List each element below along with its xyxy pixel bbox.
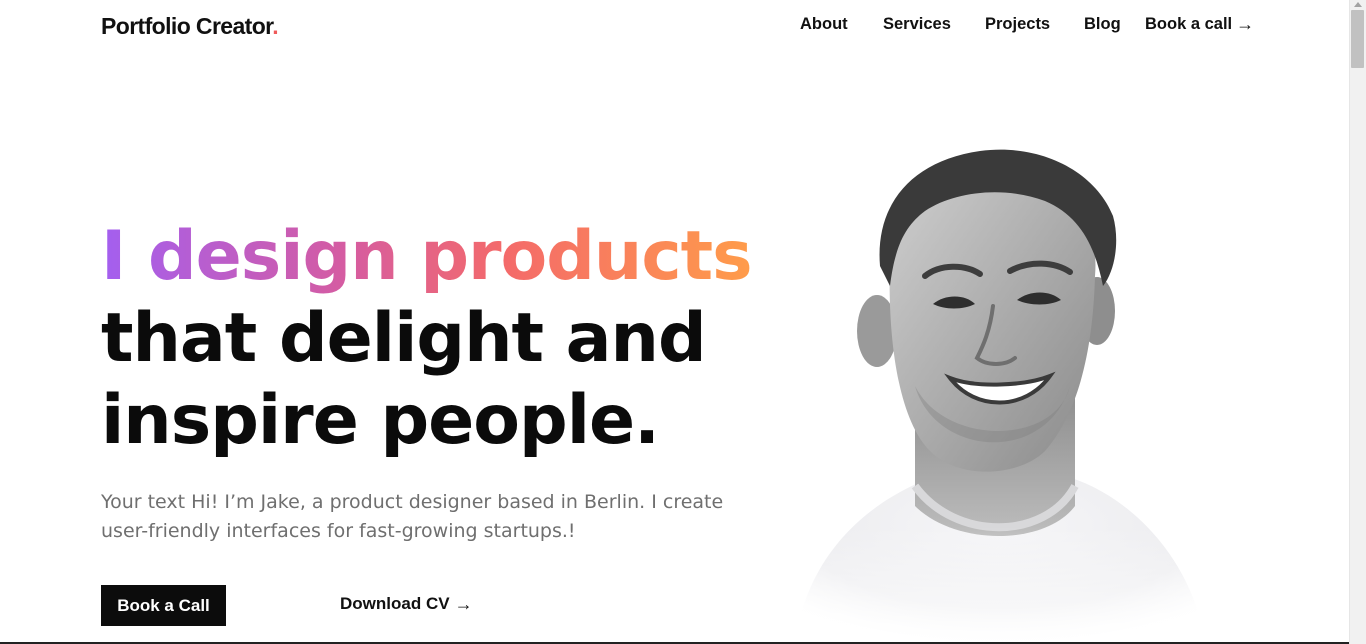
nav-book-call-label: Book a call bbox=[1145, 14, 1233, 33]
nav-book-call-link[interactable]: Book a call → bbox=[1145, 15, 1254, 34]
logo-text: Portfolio Creator bbox=[101, 13, 273, 39]
nav-blog-link[interactable]: Blog bbox=[1084, 15, 1121, 34]
headline-gradient-line: I design products bbox=[101, 217, 753, 296]
scrollbar-thumb[interactable] bbox=[1351, 10, 1364, 68]
download-cv-label: Download CV bbox=[340, 594, 450, 613]
scroll-up-icon[interactable] bbox=[1354, 2, 1362, 7]
arrow-right-icon: → bbox=[1236, 14, 1255, 34]
arrow-right-icon: → bbox=[454, 594, 473, 614]
headline-line-2: that delight and bbox=[101, 299, 707, 378]
headline-line-3: inspire people. bbox=[101, 381, 660, 460]
logo-dot: . bbox=[272, 13, 279, 39]
nav-about-link[interactable]: About bbox=[800, 15, 848, 34]
portrait-image bbox=[795, 149, 1205, 644]
hero-headline: I design products that delight and inspi… bbox=[101, 216, 753, 462]
book-a-call-button[interactable]: Book a Call bbox=[101, 585, 226, 626]
vertical-scrollbar[interactable] bbox=[1349, 0, 1366, 644]
download-cv-link[interactable]: Download CV → bbox=[340, 594, 473, 614]
nav-services-link[interactable]: Services bbox=[883, 15, 951, 34]
logo[interactable]: Portfolio Creator. bbox=[101, 13, 279, 40]
hero-subtext: Your text Hi! I’m Jake, a product design… bbox=[101, 491, 724, 542]
nav-projects-link[interactable]: Projects bbox=[985, 15, 1050, 34]
